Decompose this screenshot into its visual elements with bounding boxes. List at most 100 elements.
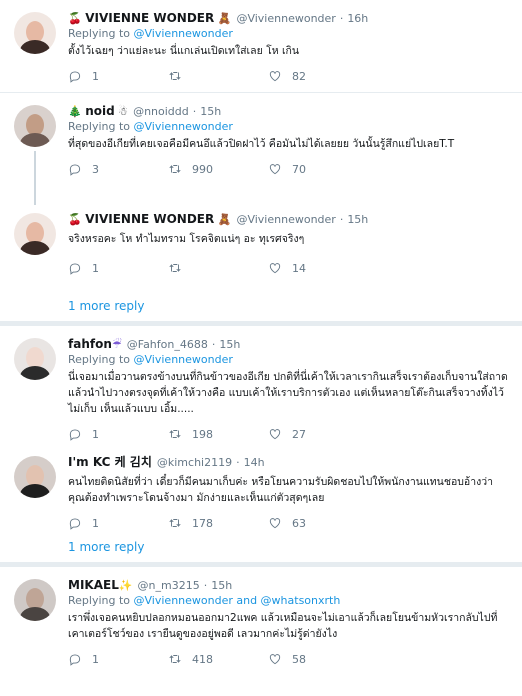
christmas-tree-emoji-icon: 🎄	[68, 105, 82, 118]
retweet-count: 990	[192, 162, 213, 176]
display-name[interactable]: VIVIENNE WONDER	[85, 211, 214, 227]
timestamp[interactable]: 15h	[219, 337, 240, 353]
heart-icon	[269, 429, 281, 440]
like-button[interactable]: 58	[268, 652, 368, 666]
avatar[interactable]	[14, 213, 56, 255]
teddy-bear-emoji-icon: 🧸	[217, 213, 232, 226]
reply-button[interactable]: 3	[68, 162, 168, 176]
replying-to-link[interactable]: @Viviennewonder	[134, 120, 233, 133]
teddy-bear-emoji-icon: 🧸	[217, 12, 232, 25]
separator-dot: ·	[339, 12, 344, 25]
reply-count: 1	[92, 652, 99, 666]
timestamp[interactable]: 15h	[211, 578, 232, 594]
reply-count: 1	[92, 427, 99, 441]
reply-icon	[69, 518, 81, 530]
like-count: 14	[292, 261, 306, 275]
like-count: 82	[292, 69, 306, 83]
tweet-actions: 1 14	[68, 257, 508, 279]
user-handle[interactable]: @Fahfon_4688	[127, 337, 208, 353]
tweet-actions: 3 990 70	[68, 158, 508, 180]
timestamp[interactable]: 15h	[347, 212, 368, 228]
reply-count: 3	[92, 162, 99, 176]
retweet-count: 418	[192, 652, 213, 666]
replying-to-link[interactable]: @Viviennewonder and @whatsonxrth	[134, 594, 341, 607]
heart-icon	[269, 518, 281, 529]
display-name[interactable]: noid	[85, 103, 115, 119]
thread-line	[34, 151, 36, 205]
tweet-actions: 1 178 63	[68, 512, 508, 534]
tweet[interactable]: I'm KC 케 김치 @kimchi2119 · 14h คนไทยติดนิ…	[0, 448, 522, 532]
timestamp[interactable]: 16h	[347, 11, 368, 27]
tweet-actions: 1 198 27	[68, 423, 508, 445]
retweet-button[interactable]	[168, 261, 268, 275]
display-name[interactable]: VIVIENNE WONDER	[85, 10, 214, 26]
tweet[interactable]: 🍒 VIVIENNE WONDER 🧸 @Viviennewonder · 15…	[0, 203, 522, 291]
like-button[interactable]: 14	[268, 261, 368, 275]
retweet-icon	[169, 429, 181, 439]
retweet-button[interactable]	[168, 69, 268, 83]
like-button[interactable]: 27	[268, 427, 368, 441]
show-more-replies-link[interactable]: 1 more reply	[0, 532, 522, 562]
retweet-button[interactable]: 178	[168, 516, 268, 530]
retweet-button[interactable]: 418	[168, 652, 268, 666]
user-handle[interactable]: @Viviennewonder	[236, 11, 335, 27]
avatar[interactable]	[14, 105, 56, 147]
reply-button[interactable]: 1	[68, 652, 168, 666]
replying-to-label: Replying to	[68, 353, 131, 366]
retweet-button[interactable]: 990	[168, 162, 268, 176]
reply-icon	[69, 164, 81, 176]
reply-icon	[69, 263, 81, 275]
tweet[interactable]: 🍒 VIVIENNE WONDER 🧸 @Viviennewonder · 16…	[0, 0, 522, 92]
tweet-text: ตั้งไว้เฉยๆ ว่าแย่ละนะ นี่แกเล่นเปิดเทใส…	[68, 45, 300, 57]
like-button[interactable]: 63	[268, 516, 368, 530]
timestamp[interactable]: 14h	[244, 455, 265, 471]
like-button[interactable]: 82	[268, 69, 368, 83]
user-handle[interactable]: @Viviennewonder	[236, 212, 335, 228]
reply-count: 1	[92, 69, 99, 83]
user-handle[interactable]: @kimchi2119	[157, 455, 232, 471]
display-name[interactable]: MIKAEL	[68, 577, 119, 593]
like-count: 27	[292, 427, 306, 441]
retweet-icon	[169, 518, 181, 528]
avatar[interactable]	[14, 338, 56, 380]
umbrella-emoji-icon: ☔	[111, 338, 122, 351]
tweet-text: จริงหรอคะ โห ทำไมทราม โรคจิตแน่ๆ อะ ทุเร…	[68, 233, 305, 245]
replying-to-label: Replying to	[68, 27, 131, 40]
user-handle[interactable]: @nnoiddd	[133, 104, 189, 120]
replying-to: Replying to @Viviennewonder	[68, 119, 508, 135]
separator-dot: ·	[339, 213, 344, 226]
tweet-actions: 1 82	[68, 65, 508, 87]
reply-count: 1	[92, 516, 99, 530]
avatar[interactable]	[14, 456, 56, 498]
replying-to-link[interactable]: @Viviennewonder	[134, 353, 233, 366]
replying-to-label: Replying to	[68, 120, 131, 133]
display-name[interactable]: I'm KC 케 김치	[68, 454, 152, 470]
separator-dot: ·	[211, 338, 216, 351]
heart-icon	[269, 71, 281, 82]
timestamp[interactable]: 15h	[200, 104, 221, 120]
reply-button[interactable]: 1	[68, 516, 168, 530]
reply-icon	[69, 71, 81, 83]
replying-to: Replying to @Viviennewonder and @whatson…	[68, 593, 508, 609]
like-button[interactable]: 70	[268, 162, 368, 176]
tweet[interactable]: fahfon ☔ @Fahfon_4688 · 15h Replying to …	[0, 326, 522, 448]
avatar[interactable]	[14, 579, 56, 621]
reply-button[interactable]: 1	[68, 427, 168, 441]
reply-button[interactable]: 1	[68, 69, 168, 83]
retweet-icon	[169, 263, 181, 273]
avatar[interactable]	[14, 12, 56, 54]
user-handle[interactable]: @n_m3215	[138, 578, 200, 594]
retweet-count: 178	[192, 516, 213, 530]
replying-to-link[interactable]: @Viviennewonder	[134, 27, 233, 40]
like-count: 58	[292, 652, 306, 666]
reply-button[interactable]: 1	[68, 261, 168, 275]
tweet-text: ที่สุดของอีเกียที่เคยเจอคือมีคนอึแล้วปิด…	[68, 138, 455, 150]
tweet-text: คนไทยติดนิสัยที่ว่า เดี๋ยวก็มีคนมาเก็บค่…	[68, 476, 494, 504]
tweet[interactable]: MIKAEL ✨ @n_m3215 · 15h Replying to @Viv…	[0, 567, 522, 677]
replying-to: Replying to @Viviennewonder	[68, 352, 508, 368]
display-name[interactable]: fahfon	[68, 336, 112, 352]
retweet-icon	[169, 164, 181, 174]
retweet-button[interactable]: 198	[168, 427, 268, 441]
tweet[interactable]: 🎄 noid ☃ @nnoiddd · 15h Replying to @Viv…	[0, 93, 522, 205]
show-more-replies-link[interactable]: 1 more reply	[0, 291, 522, 321]
